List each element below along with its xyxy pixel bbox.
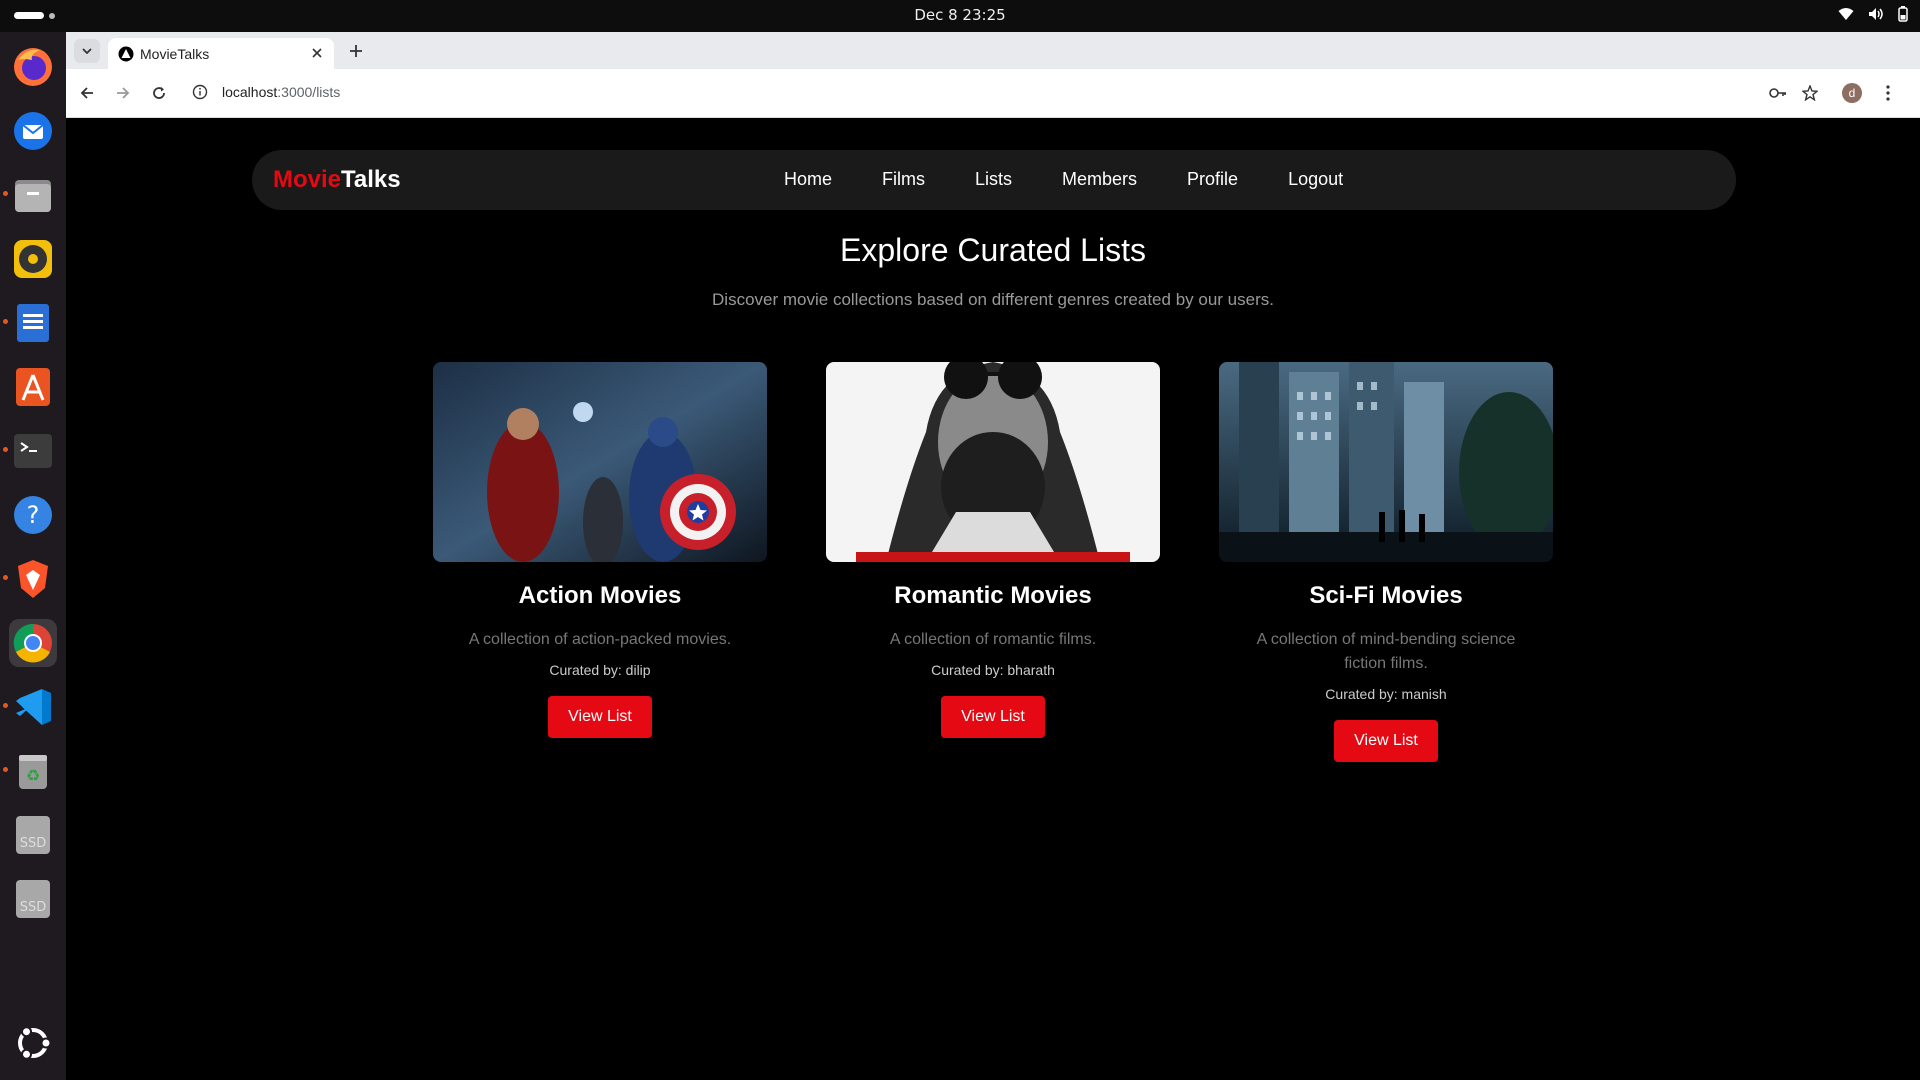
system-top-bar: Dec 8 23:25 (0, 0, 1920, 32)
list-title: Action Movies (518, 582, 682, 609)
list-title: Sci-Fi Movies (1309, 582, 1463, 609)
terminal-icon[interactable] (9, 427, 57, 475)
new-tab-button[interactable] (346, 41, 366, 61)
reload-icon (153, 87, 165, 99)
list-description: A collection of romantic films. (889, 631, 1097, 648)
list-description: A collection of action-packed movies. (468, 631, 732, 648)
view-list-button[interactable]: View List (1334, 720, 1438, 762)
nav-link-films[interactable]: Films (882, 169, 925, 190)
page-subtitle: Discover movie collections based on diff… (712, 290, 1274, 309)
forward-button[interactable] (112, 82, 134, 104)
help-icon[interactable]: ? (9, 491, 57, 539)
nav-link-logout[interactable]: Logout (1288, 169, 1343, 190)
tab-search-button[interactable] (74, 39, 100, 63)
arrow-right-icon (117, 87, 130, 99)
view-list-button[interactable]: View List (941, 696, 1045, 738)
app-center-icon[interactable] (9, 363, 57, 411)
plus-icon (350, 45, 362, 57)
nav-link-home[interactable]: Home (784, 169, 832, 190)
list-card-action: Action Movies A collection of action-pac… (433, 362, 767, 738)
nav-link-members[interactable]: Members (1062, 169, 1137, 190)
url-text[interactable]: localhost:3000/lists (222, 84, 340, 100)
arrow-left-icon (80, 87, 93, 99)
reload-button[interactable] (148, 82, 170, 104)
system-tray[interactable] (1838, 6, 1908, 22)
list-cover-image (1219, 362, 1553, 562)
browser-tab[interactable]: MovieTalks (108, 38, 334, 69)
page-title: Explore Curated Lists (840, 232, 1146, 268)
firefox-icon[interactable] (9, 43, 57, 91)
ubuntu-apps-icon[interactable] (9, 1019, 57, 1067)
tab-strip: MovieTalks (66, 32, 1920, 69)
list-card-scifi: Sci-Fi Movies A collection of mind-bendi… (1219, 362, 1553, 762)
site-info-icon[interactable] (192, 84, 208, 105)
battery-icon (1898, 6, 1908, 22)
ssd-drive-icon[interactable]: SSD (9, 811, 57, 859)
list-cover-image (433, 362, 767, 562)
site-navbar: MovieTalks Home Films Lists Members Prof… (252, 150, 1736, 210)
view-list-button[interactable]: View List (548, 696, 652, 738)
svg-text:SSD: SSD (20, 900, 47, 915)
list-curator: Curated by: dilip (549, 662, 651, 678)
writer-icon[interactable] (9, 299, 57, 347)
list-card-romantic: Romantic Movies A collection of romantic… (826, 362, 1160, 738)
chevron-down-icon (82, 48, 92, 54)
files-icon[interactable] (9, 171, 57, 219)
address-bar[interactable]: localhost:3000/lists (186, 75, 1846, 111)
browser-toolbar: localhost:3000/lists d (66, 69, 1920, 118)
svg-text:?: ? (27, 501, 40, 529)
system-clock[interactable]: Dec 8 23:25 (0, 0, 1920, 32)
close-tab-icon[interactable] (308, 44, 326, 62)
dock: ? ♻ SSD SSD (0, 32, 66, 1080)
list-title: Romantic Movies (894, 582, 1092, 609)
svg-text:♻: ♻ (26, 766, 40, 785)
list-cover-image (826, 362, 1160, 562)
list-curator: Curated by: bharath (931, 662, 1055, 678)
list-curator: Curated by: manish (1325, 686, 1447, 702)
password-key-icon[interactable] (1766, 81, 1790, 105)
web-page: MovieTalks Home Films Lists Members Prof… (66, 118, 1920, 1080)
nav-link-profile[interactable]: Profile (1187, 169, 1238, 190)
trash-icon[interactable]: ♻ (9, 747, 57, 795)
browser-window: MovieTalks localhost:3000/lists d MovieT… (66, 32, 1920, 1080)
thunderbird-icon[interactable] (9, 107, 57, 155)
nav-links: Home Films Lists Members Profile Logout (759, 169, 1368, 190)
back-button[interactable] (76, 82, 98, 104)
rhythmbox-icon[interactable] (9, 235, 57, 283)
tab-title: MovieTalks (140, 46, 210, 62)
site-favicon-icon (118, 46, 134, 67)
ssd-drive-icon[interactable]: SSD (9, 875, 57, 923)
wifi-icon (1838, 7, 1854, 21)
bookmark-star-icon[interactable] (1798, 81, 1822, 105)
nav-link-lists[interactable]: Lists (975, 169, 1012, 190)
chrome-icon[interactable] (9, 619, 57, 667)
svg-text:SSD: SSD (20, 836, 47, 851)
more-menu-icon[interactable] (1876, 81, 1900, 105)
brave-icon[interactable] (9, 555, 57, 603)
profile-avatar[interactable]: d (1840, 81, 1864, 105)
site-logo[interactable]: MovieTalks (273, 166, 401, 194)
volume-icon (1868, 7, 1884, 21)
list-description: A collection of mind-bending science fic… (1256, 631, 1516, 672)
vscode-icon[interactable] (9, 683, 57, 731)
